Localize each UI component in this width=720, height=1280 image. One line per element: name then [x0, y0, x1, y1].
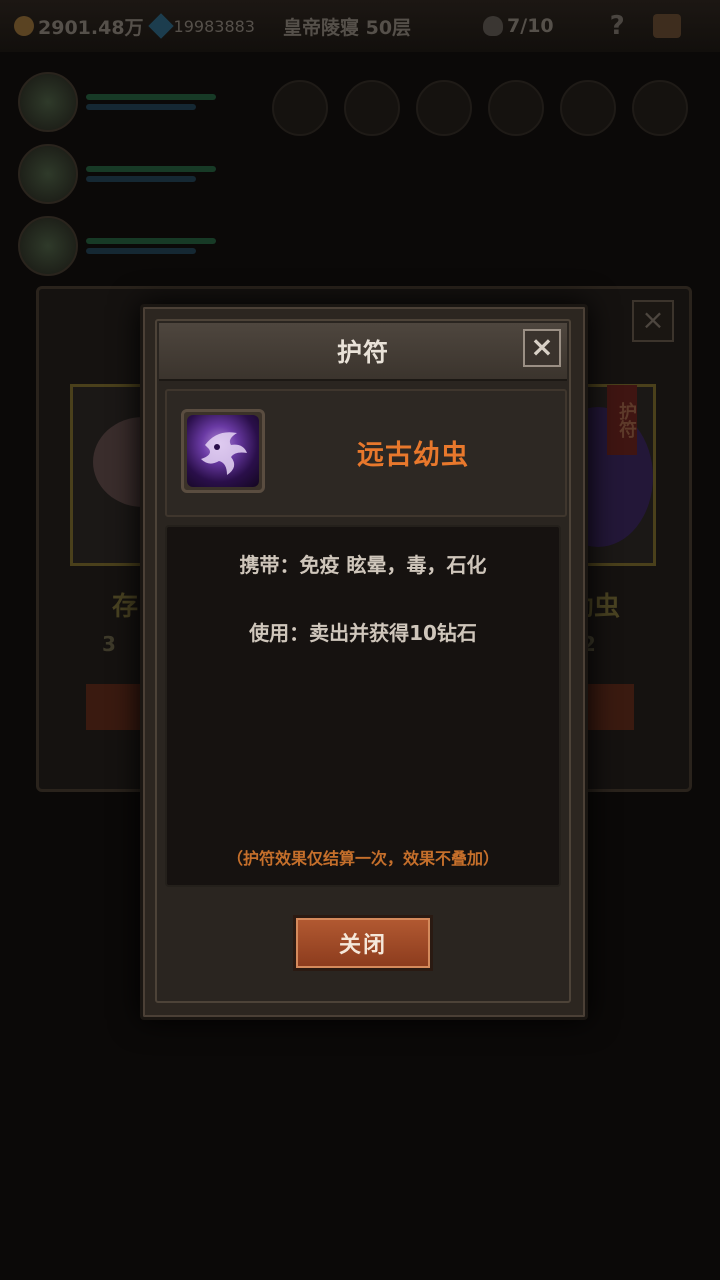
mp-bar: [86, 176, 196, 182]
dialog-title: 护符: [336, 338, 389, 367]
equipment-slot: [344, 80, 400, 136]
diamond-icon: [147, 13, 174, 39]
hp-bar: [86, 166, 216, 172]
equipment-slot: [632, 80, 688, 136]
item-header: 远古幼虫: [165, 389, 567, 517]
hero-status-1: [18, 72, 216, 132]
item-name: 远古幼虫: [357, 440, 469, 471]
amulet-dialog: 护符 × 远古幼虫 携带：免疫 眩晕，毒，石化 使用：卖出并获得10钻石 （护符…: [140, 304, 588, 1020]
close-button-label: 关闭: [338, 933, 387, 958]
hp-bar: [86, 94, 216, 100]
skull-icon: [483, 16, 504, 36]
card-left-name: 存: [112, 592, 139, 622]
kill-counter: 7/10: [507, 15, 554, 37]
hero-avatar: [18, 72, 78, 132]
hp-bar: [86, 238, 216, 244]
hero-avatar: [18, 144, 78, 204]
close-icon[interactable]: ×: [523, 329, 561, 367]
item-icon-frame: [181, 409, 265, 493]
equipment-slot: [560, 80, 616, 136]
equipment-slot: [272, 80, 328, 136]
diamond-amount: 19983883: [173, 16, 255, 36]
effect-note: （护符效果仅结算一次，效果不叠加）: [226, 849, 499, 868]
gold-coin-icon: [14, 16, 34, 36]
mp-bar: [86, 104, 196, 110]
hero-avatar: [18, 216, 78, 276]
equipment-slot: [488, 80, 544, 136]
card-right-button: [580, 684, 634, 730]
top-status-bar: 2901.48万 19983883 皇帝陵寝 50层 7/10 ?: [0, 0, 720, 52]
treasure-chest-icon[interactable]: [652, 14, 681, 38]
dialog-title-bar: 护符: [159, 323, 567, 381]
shop-close-button: ×: [632, 300, 674, 342]
dungeon-location: 皇帝陵寝 50层: [282, 16, 412, 39]
carry-effect-text: 携带：免疫 眩晕，毒，石化: [239, 553, 487, 577]
equipment-slot: [416, 80, 472, 136]
ancient-larva-icon: [187, 415, 259, 487]
amulet-ribbon: 护符: [607, 385, 637, 455]
mp-bar: [86, 248, 196, 254]
card-left-button: [86, 684, 140, 730]
description-panel: 携带：免疫 眩晕，毒，石化 使用：卖出并获得10钻石 （护符效果仅结算一次，效果…: [165, 525, 561, 887]
hero-status-2: [18, 144, 216, 204]
help-icon[interactable]: ?: [610, 11, 625, 41]
use-effect-text: 使用：卖出并获得10钻石: [249, 621, 477, 645]
close-button[interactable]: 关闭: [293, 915, 433, 971]
card-left-price: 3: [102, 632, 116, 656]
hero-status-3: [18, 216, 216, 276]
gold-amount: 2901.48万: [38, 16, 144, 39]
